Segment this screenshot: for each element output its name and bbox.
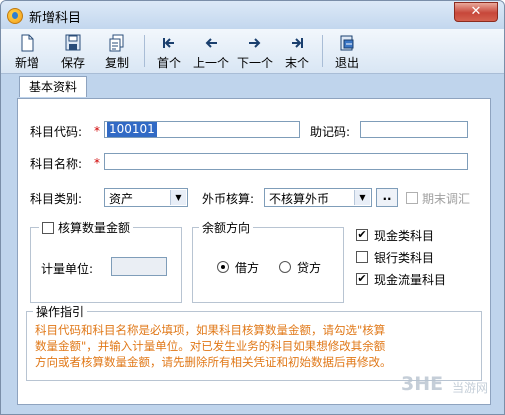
name-label: 科目名称: (30, 157, 83, 171)
copy-icon (109, 34, 124, 52)
first-icon (163, 38, 174, 48)
operation-guide-title: 操作指引 (33, 303, 88, 320)
prev-icon (205, 38, 217, 48)
operation-guide-box: 操作指引 科目代码和科目名称是必填项，如果科目核算数量金额，请勾选"核算 数量金… (26, 303, 482, 381)
currency-value: 不核算外币 (269, 192, 330, 206)
credit-label: 贷方 (297, 261, 322, 275)
code-required-mark: * (94, 124, 100, 138)
currency-browse-button[interactable]: .. (376, 188, 398, 207)
mnemonic-label: 助记码: (310, 125, 351, 139)
quantity-checkbox[interactable] (42, 222, 54, 234)
close-button[interactable]: ✕ (454, 2, 498, 22)
first-button[interactable]: 首个 (151, 31, 187, 71)
code-input[interactable]: 100101 (104, 121, 300, 138)
copy-label: 复制 (104, 56, 129, 70)
last-button[interactable]: 末个 (279, 31, 315, 71)
save-icon (65, 34, 81, 51)
code-label: 科目代码: (30, 125, 83, 139)
copy-button[interactable]: 复制 (99, 31, 135, 71)
watermark-logo: 3HE (401, 373, 444, 395)
new-icon (21, 34, 34, 52)
new-button[interactable]: 新增 (9, 31, 45, 71)
prev-button[interactable]: 上一个 (193, 31, 229, 71)
balance-direction-group: 余额方向 借方 贷方 (192, 219, 344, 303)
next-icon (249, 38, 261, 48)
last-label: 末个 (284, 56, 309, 70)
exit-label: 退出 (334, 56, 359, 70)
first-label: 首个 (156, 56, 181, 70)
balance-direction-title: 余额方向 (199, 219, 254, 236)
operation-guide-text: 科目代码和科目名称是必填项，如果科目核算数量金额，请勾选"核算 数量金额"，并输… (35, 322, 475, 370)
guide-line: 方向或者核算数量金额，请先删除所有相关凭证和初始数据后再修改。 (35, 355, 392, 369)
debit-label: 借方 (235, 261, 260, 275)
toolbar-separator (322, 35, 323, 67)
category-select[interactable]: 资产 ▼ (104, 188, 188, 207)
toolbar-separator (144, 35, 145, 67)
cashflow-checkbox[interactable]: ✔ (356, 273, 368, 285)
period-adjust-label: 期末调汇 (422, 192, 471, 206)
next-label: 下一个 (237, 56, 274, 70)
currency-select[interactable]: 不核算外币 ▼ (264, 188, 372, 207)
category-value: 资产 (109, 192, 134, 206)
category-label: 科目类别: (30, 192, 83, 206)
unit-input[interactable] (111, 257, 167, 276)
debit-radio[interactable] (217, 261, 229, 273)
currency-label: 外币核算: (202, 192, 255, 206)
guide-line: 数量金额"，并输入计量单位。对已发生业务的科目如果想修改其余额 (35, 339, 386, 353)
title-bar: 新增科目 ✕ (1, 1, 504, 29)
quantity-group-label: 核算数量金额 (58, 221, 131, 235)
next-button[interactable]: 下一个 (237, 31, 273, 71)
new-label: 新增 (14, 56, 39, 70)
cashflow-label: 现金流量科目 (374, 273, 447, 287)
save-label: 保存 (60, 56, 85, 70)
save-button[interactable]: 保存 (55, 31, 91, 71)
name-required-mark: * (94, 156, 100, 170)
mnemonic-input[interactable] (360, 121, 468, 138)
cash-label: 现金类科目 (374, 229, 435, 243)
name-input[interactable] (104, 153, 468, 170)
tab-basic-info[interactable]: 基本资料 (19, 76, 87, 97)
unit-label: 计量单位: (41, 262, 94, 276)
code-value: 100101 (107, 122, 157, 137)
exit-button[interactable]: 退出 (329, 31, 365, 71)
dialog-window: 新增科目 ✕ 新增 保存 复制 首个 上一个 下一个 末个 退出 基本资料 科目… (0, 0, 505, 415)
period-adjust-checkbox[interactable] (406, 192, 418, 204)
toolbar: 新增 保存 复制 首个 上一个 下一个 末个 退出 (1, 29, 504, 74)
cash-checkbox[interactable]: ✔ (356, 229, 368, 241)
chevron-down-icon: ▼ (170, 190, 186, 205)
bank-label: 银行类科目 (374, 251, 435, 265)
window-title: 新增科目 (29, 11, 82, 26)
app-icon (7, 8, 23, 24)
credit-radio[interactable] (279, 261, 291, 273)
bank-checkbox[interactable] (356, 251, 368, 263)
exit-icon (340, 35, 354, 51)
quantity-group-title: 核算数量金额 (39, 219, 134, 236)
watermark-text: 当游网 (452, 381, 489, 395)
last-icon (292, 38, 303, 48)
guide-line: 科目代码和科目名称是必填项，如果科目核算数量金额，请勾选"核算 (35, 323, 386, 337)
prev-label: 上一个 (193, 56, 230, 70)
quantity-group: 核算数量金额 计量单位: (30, 219, 182, 303)
basic-info-panel: 科目代码: * 100101 助记码: 科目名称: * 科目类别: 资产 ▼ 外… (17, 98, 491, 405)
chevron-down-icon: ▼ (354, 190, 370, 205)
